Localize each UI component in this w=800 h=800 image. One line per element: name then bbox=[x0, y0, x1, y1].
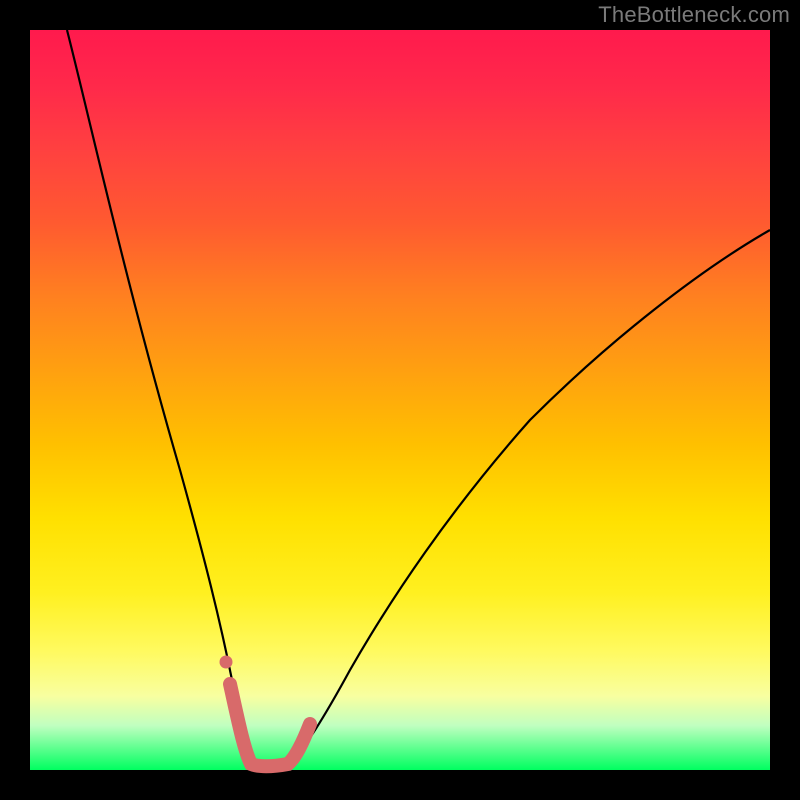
watermark-text: TheBottleneck.com bbox=[598, 2, 790, 28]
main-curve bbox=[67, 30, 770, 767]
chart-root: TheBottleneck.com bbox=[0, 0, 800, 800]
trough-dot bbox=[220, 656, 233, 669]
curve-layer bbox=[30, 30, 770, 770]
plot-area bbox=[30, 30, 770, 770]
trough-highlight bbox=[230, 684, 310, 766]
